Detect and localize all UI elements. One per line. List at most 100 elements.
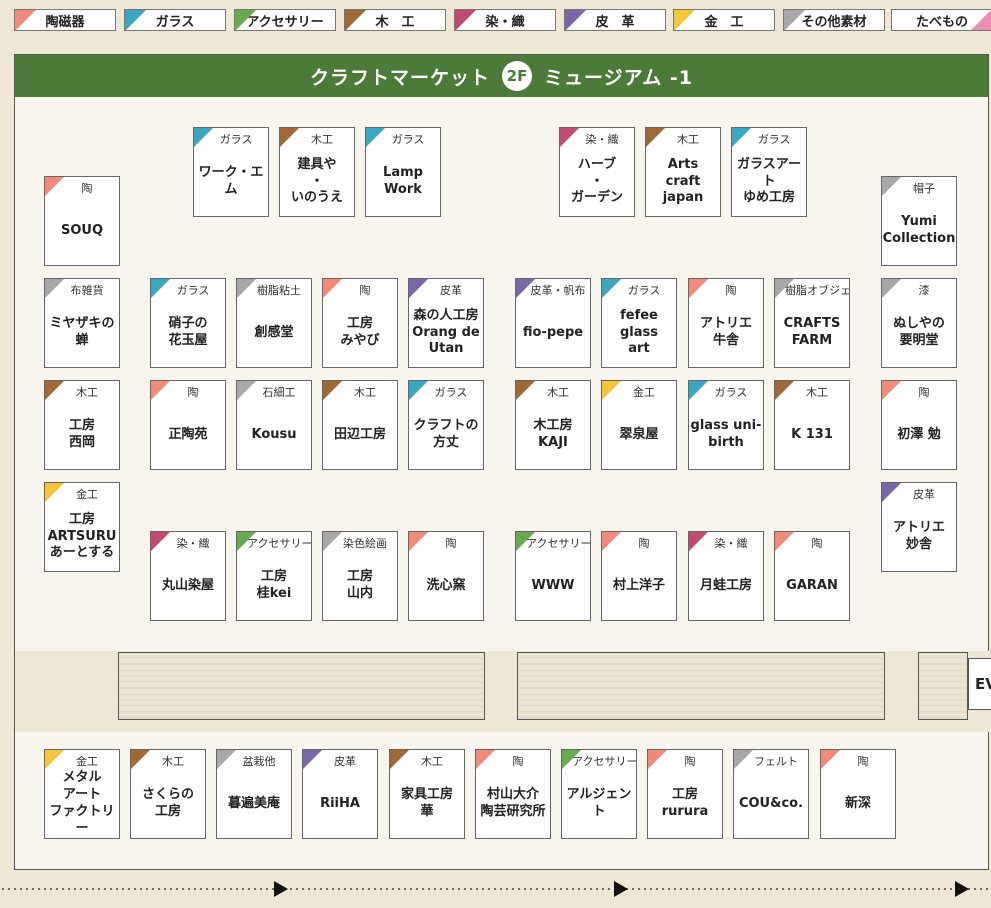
- header-title-right: ミュージアム -1: [544, 66, 694, 89]
- booth-name: 森の人工房 Orang de Utan: [412, 307, 480, 357]
- booth-3[interactable]: 木工 建具や ・ いのうえ: [279, 127, 355, 217]
- booth-category: 石細工: [262, 386, 296, 399]
- booth-38[interactable]: 陶 GARAN: [774, 531, 850, 621]
- legend-item-other: その他素材: [783, 9, 885, 31]
- booth-22[interactable]: 木工 田辺工房: [322, 380, 398, 470]
- booth-39[interactable]: 金工 メタル アート ファクトリー: [44, 749, 120, 839]
- legend-swatch: [455, 10, 476, 30]
- booth-31[interactable]: 染・織 丸山染屋: [150, 531, 226, 621]
- booth-name: WWW: [531, 577, 575, 593]
- booth-6[interactable]: 木工 Arts craft japan: [645, 127, 721, 217]
- booth-name: 翠泉屋: [619, 426, 659, 442]
- booth-10[interactable]: ガラス 硝子の 花玉屋: [150, 278, 226, 368]
- booth-35[interactable]: アクセサリー WWW: [515, 531, 591, 621]
- booth-category: 陶: [187, 386, 199, 399]
- booth-47[interactable]: フェルト COU&co.: [733, 749, 809, 839]
- booth-13[interactable]: 皮革 森の人工房 Orang de Utan: [408, 278, 484, 368]
- booth-category: 陶: [684, 755, 696, 768]
- booth-41[interactable]: 盆栽他暮遍美庵: [216, 749, 292, 839]
- legend-item-ceramics: 陶磁器: [14, 9, 116, 31]
- booth-category: 盆栽他: [242, 755, 276, 768]
- booth-8[interactable]: 帽子 Yumi Collection: [881, 176, 957, 266]
- booth-14[interactable]: 皮革・帆布 fio-pepe: [515, 278, 591, 368]
- booth-category: 染・織: [585, 133, 619, 146]
- booth-name: 暮遍美庵: [227, 795, 280, 811]
- legend-item-textile: 染・織: [454, 9, 556, 31]
- booth-category: 染・織: [714, 537, 748, 550]
- booth-category: 漆: [918, 284, 930, 297]
- booth-1[interactable]: 陶 SOUQ: [44, 176, 120, 266]
- booth-34[interactable]: 陶洗心窯: [408, 531, 484, 621]
- booth-27[interactable]: 木工 K 131: [774, 380, 850, 470]
- booth-category: ガラス: [434, 386, 468, 399]
- booth-19[interactable]: 木工 工房 西岡: [44, 380, 120, 470]
- elevator-label: EV: [968, 658, 991, 710]
- booth-17[interactable]: 樹脂オブジェ CRAFTS FARM: [774, 278, 850, 368]
- booth-name: クラフトの 方丈: [413, 418, 479, 450]
- legend-swatch: [674, 10, 695, 30]
- booth-category: 木工: [806, 386, 828, 399]
- booth-20[interactable]: 陶正陶苑: [150, 380, 226, 470]
- booth-category: 布雑貨: [70, 284, 104, 297]
- booth-16[interactable]: 陶アトリエ 牛舎: [688, 278, 764, 368]
- booth-category: ガラス: [176, 284, 210, 297]
- booth-name: 月蛙工房: [699, 577, 752, 593]
- booth-name: Kousu: [251, 426, 297, 442]
- booth-name: メタル アート ファクトリー: [49, 770, 115, 836]
- booth-45[interactable]: アクセサリー アルジェント: [561, 749, 637, 839]
- booth-46[interactable]: 陶工房 rurura: [647, 749, 723, 839]
- booth-29[interactable]: 金工 工房 ARTSURU あーとする: [44, 482, 120, 572]
- booth-18[interactable]: 漆ぬしやの 要明堂: [881, 278, 957, 368]
- booth-36[interactable]: 陶村上洋子: [601, 531, 677, 621]
- booth-2[interactable]: ガラス ワーク・エム: [193, 127, 269, 217]
- booth-category: 木工: [162, 755, 184, 768]
- legend-item-wood: 木 工: [344, 9, 446, 31]
- corridor-wall: [14, 651, 15, 732]
- legend-swatch: [971, 10, 991, 30]
- booth-name: 田辺工房: [333, 426, 386, 442]
- booth-37[interactable]: 染・織月蛙工房: [688, 531, 764, 621]
- booth-28[interactable]: 陶初澤 勉: [881, 380, 957, 470]
- booth-name: 丸山染屋: [161, 577, 214, 593]
- booth-name: SOUQ: [60, 222, 104, 238]
- booth-name: アトリエ 妙舎: [892, 520, 945, 552]
- booth-name: ワーク・エム: [198, 165, 264, 197]
- booth-category: 皮革: [913, 488, 935, 501]
- booth-30[interactable]: 皮革アトリエ 妙舎: [881, 482, 957, 572]
- booth-25[interactable]: 金工 翠泉屋: [601, 380, 677, 470]
- booth-name: 村山大介 陶芸研究所: [480, 787, 546, 819]
- booth-44[interactable]: 陶村山大介 陶芸研究所: [475, 749, 551, 839]
- booth-5[interactable]: 染・織 ハーブ ・ ガーデン: [559, 127, 635, 217]
- booth-24[interactable]: 木工 木工房 KAJI: [515, 380, 591, 470]
- booth-26[interactable]: ガラス glass uni- birth: [688, 380, 764, 470]
- booth-23[interactable]: ガラスクラフトの 方丈: [408, 380, 484, 470]
- booth-name: ぬしやの 要明堂: [893, 316, 945, 348]
- booth-category: 木工: [311, 133, 333, 146]
- booth-4[interactable]: ガラス Lamp Work: [365, 127, 441, 217]
- booth-category: アクセサリー: [526, 537, 591, 550]
- legend-swatch: [235, 10, 256, 30]
- booth-name: 工房 ARTSURU あーとする: [47, 511, 117, 561]
- booth-name: アトリエ 牛舎: [699, 316, 752, 348]
- booth-15[interactable]: ガラス fefee glass art: [601, 278, 677, 368]
- booth-7[interactable]: ガラス ガラスアート ゆめ工房: [731, 127, 807, 217]
- booth-48[interactable]: 陶新深: [820, 749, 896, 839]
- booth-category: 木工: [76, 386, 98, 399]
- booth-21[interactable]: 石細工 Kousu: [236, 380, 312, 470]
- booth-name: 木工房 KAJI: [533, 418, 573, 450]
- booth-11[interactable]: 樹脂粘土 創感堂: [236, 278, 312, 368]
- booth-42[interactable]: 皮革 RiiHA: [302, 749, 378, 839]
- booth-category: ガラス: [714, 386, 748, 399]
- booth-33[interactable]: 染色絵画 工房 山内: [322, 531, 398, 621]
- booth-12[interactable]: 陶工房 みやび: [322, 278, 398, 368]
- booth-43[interactable]: 木工 家具工房 華: [389, 749, 465, 839]
- booth-category: 皮革・帆布: [530, 284, 586, 297]
- booth-name: COU&co.: [738, 795, 804, 811]
- booth-name: 工房 山内: [346, 569, 373, 601]
- booth-9[interactable]: 布雑貨 ミヤザキの 蝉: [44, 278, 120, 368]
- booth-40[interactable]: 木工 さくらの 工房: [130, 749, 206, 839]
- booth-name: K 131: [791, 426, 833, 442]
- booth-name: 正陶苑: [168, 426, 208, 442]
- booth-32[interactable]: アクセサリー 工房 桂kei: [236, 531, 312, 621]
- path-arrow-icon: [274, 881, 288, 897]
